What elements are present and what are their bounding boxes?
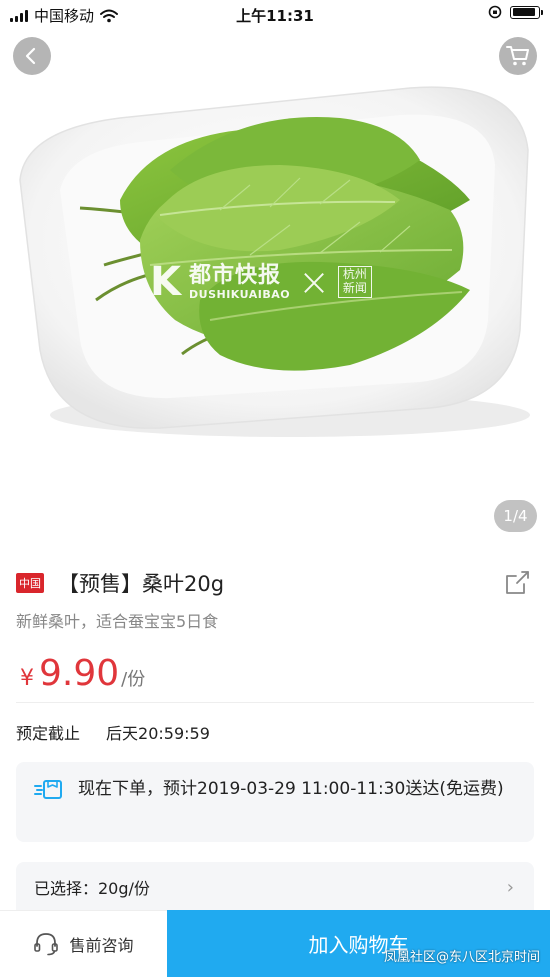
presale-consult-button[interactable]: 售前咨询 [0,910,167,977]
source-credit: 凤凰社区@东八区北京时间 [383,950,540,965]
news-watermark: K 都市快报 DUSHIKUAIBAO × 杭州新闻 [150,262,372,302]
share-icon[interactable] [504,570,530,596]
delivery-box-icon [34,780,62,799]
consult-label: 售前咨询 [69,936,134,955]
watermark-name-en: DUSHIKUAIBAO [189,287,291,301]
product-image[interactable]: K 都市快报 DUSHIKUAIBAO × 杭州新闻 1/4 [0,0,550,548]
price-unit: /份 [121,669,146,690]
spec-selector[interactable]: 已选择：20g/份 › [16,862,534,912]
cart-button[interactable] [499,37,537,75]
price-value: 9.90 [39,653,120,694]
battery-icon [510,5,543,19]
watermark-partner: 杭州新闻 [337,266,372,298]
price-currency: ¥ [20,666,34,691]
origin-badge: 中国 [16,573,44,593]
status-bar: 中国移动 上午11:31 [0,0,550,28]
back-button[interactable] [13,37,51,75]
presale-deadline: 预定截止 后天20:59:59 [16,720,210,744]
image-pager: 1/4 [494,500,537,532]
price-row: ¥ 9.90 /份 [20,653,145,694]
bottom-action-bar: 售前咨询 加入购物车 [0,910,550,977]
deadline-label: 预定截止 [16,724,81,743]
delivery-info-card: 现在下单，预计2019-03-29 11:00-11:30送达(免运费) [16,762,534,842]
product-title-row: 中国 【预售】桑叶20g [16,568,534,598]
battery-level [512,8,535,16]
cart-icon [506,46,529,66]
status-right [488,5,543,19]
back-arrow-icon [25,47,36,65]
watermark-separator: × [298,260,330,304]
deadline-value: 后天20:59:59 [106,724,210,743]
watermark-name: 都市快报 [189,262,282,288]
product-title: 【预售】桑叶20g [58,572,225,596]
chevron-right-icon: › [506,876,514,898]
divider [16,702,534,703]
status-time: 上午11:31 [236,7,314,25]
delivery-estimate: 现在下单，预计2019-03-29 11:00-11:30送达(免运费) [78,779,504,799]
product-subtitle: 新鲜桑叶，适合蚕宝宝5日食 [16,612,219,631]
orientation-lock-icon [488,5,502,19]
selected-spec: 已选择：20g/份 [34,879,150,898]
watermark-k-logo: K [150,259,181,305]
add-to-cart-button[interactable]: 加入购物车 [167,910,550,977]
headset-icon [34,933,59,956]
